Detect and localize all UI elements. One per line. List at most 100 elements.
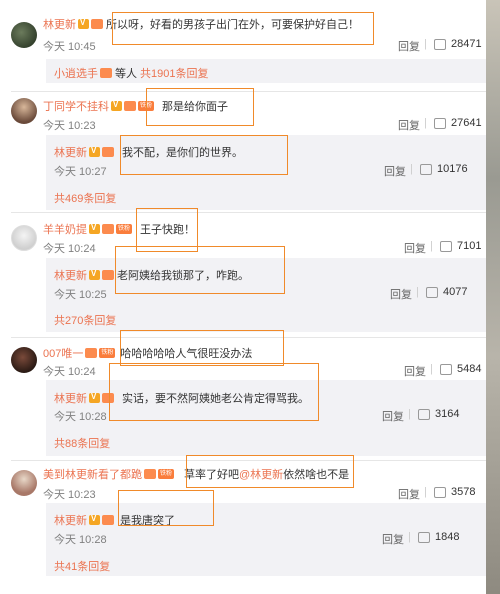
fan-badge: 铁粉 — [116, 224, 132, 234]
username[interactable]: 007唯一 — [43, 345, 83, 361]
reply-button[interactable]: 回复 — [404, 363, 426, 379]
vip-level-icon — [102, 224, 114, 234]
like-button[interactable]: 5484 — [440, 363, 481, 375]
reply-author[interactable]: 小逍选手 — [54, 65, 98, 81]
comment-text-tail: 依然啥也不是 — [283, 469, 350, 481]
like-button[interactable]: 3578 — [434, 486, 475, 498]
reply-button[interactable]: 回复 — [382, 408, 404, 424]
like-count: 3164 — [435, 408, 460, 420]
reply-author[interactable]: 林更新 — [54, 267, 87, 283]
thumbs-up-icon — [418, 408, 430, 420]
avatar[interactable] — [11, 347, 37, 373]
like-button[interactable]: 1848 — [418, 531, 459, 543]
username[interactable]: 羊羊奶提 — [43, 221, 87, 237]
reply-button[interactable]: 回复 — [398, 38, 420, 54]
like-button[interactable]: 27641 — [434, 117, 482, 129]
comment-time: 今天 10:24 — [43, 366, 96, 378]
comment-time: 今天 10:45 — [43, 41, 96, 53]
vip-level-icon — [102, 393, 114, 403]
like-button[interactable]: 3164 — [418, 408, 459, 420]
reply-time: 今天 10:28 — [54, 534, 107, 546]
reply-time: 今天 10:27 — [54, 166, 107, 178]
reply-button[interactable]: 回复 — [384, 163, 406, 179]
verified-v-icon — [89, 146, 100, 157]
thumbs-up-icon — [418, 531, 430, 543]
reply-text: 是我唐突了 — [120, 515, 175, 527]
thumbs-up-icon — [434, 486, 446, 498]
separator: | — [430, 363, 433, 375]
vip-level-icon — [102, 270, 114, 280]
reply-box: 林更新 老阿姨给我锁那了，咋跑。 今天 10:25 回复 | 4077 共270… — [46, 258, 486, 332]
reply-button[interactable]: 回复 — [390, 286, 412, 302]
divider — [11, 212, 486, 213]
fan-badge: 铁粉 — [138, 101, 154, 111]
thumbs-up-icon — [434, 117, 446, 129]
reply-box: 林更新 是我唐突了 今天 10:28 回复 | 1848 共41条回复 — [46, 503, 486, 576]
reply-box: 林更新 我不配，是你们的世界。 今天 10:27 回复 | 10176 共469… — [46, 135, 486, 210]
avatar[interactable] — [11, 225, 37, 251]
separator: | — [424, 117, 427, 129]
comment-line: 丁同学不挂科 铁粉 那是给你面子 — [43, 98, 228, 114]
reply-button[interactable]: 回复 — [398, 117, 420, 133]
vip-level-icon — [100, 68, 112, 78]
reply-author[interactable]: 林更新 — [54, 390, 87, 406]
thumbs-up-icon — [434, 38, 446, 50]
verified-v-icon — [89, 223, 100, 234]
reply-time: 今天 10:28 — [54, 411, 107, 423]
like-button[interactable]: 7101 — [440, 240, 481, 252]
reply-button[interactable]: 回复 — [398, 486, 420, 502]
comment-text: 王子快跑！ — [140, 224, 195, 236]
like-count: 10176 — [437, 163, 468, 175]
reply-time: 今天 10:25 — [54, 289, 107, 301]
separator: | — [430, 240, 433, 252]
reply-count-link[interactable]: 共1901条回复 — [140, 65, 208, 81]
comment-time: 今天 10:23 — [43, 120, 96, 132]
separator: | — [408, 408, 411, 420]
reply-button[interactable]: 回复 — [404, 240, 426, 256]
separator: | — [408, 531, 411, 543]
like-count: 28471 — [451, 38, 482, 50]
more-replies-link[interactable]: 共469条回复 — [54, 190, 116, 206]
comment-line: 羊羊奶提 铁粉 王子快跑！ — [43, 221, 195, 237]
mention-link[interactable]: @林更新 — [239, 466, 283, 482]
verified-v-icon — [111, 100, 122, 111]
verified-v-icon — [89, 514, 100, 525]
username[interactable]: 丁同学不挂科 — [43, 98, 109, 114]
like-count: 3578 — [451, 486, 476, 498]
comment-text: 那是给你面子 — [162, 101, 228, 113]
thumbs-up-icon — [426, 286, 438, 298]
reply-button[interactable]: 回复 — [382, 531, 404, 547]
more-replies-link[interactable]: 共41条回复 — [54, 558, 110, 574]
avatar[interactable] — [11, 22, 37, 48]
like-count: 7101 — [457, 240, 482, 252]
username[interactable]: 美到林更新看了都跪 — [43, 466, 142, 482]
vip-level-icon — [91, 19, 103, 29]
separator: | — [410, 163, 413, 175]
vip-level-icon — [102, 147, 114, 157]
thumbs-up-icon — [440, 363, 452, 375]
comment-text: 草率了好吧 — [184, 469, 239, 481]
reply-text: 实话，要不然阿姨她老公肯定得骂我。 — [122, 393, 309, 405]
like-count: 5484 — [457, 363, 482, 375]
divider — [11, 337, 486, 338]
separator: | — [424, 38, 427, 50]
avatar[interactable] — [11, 470, 37, 496]
comment-line: 美到林更新看了都跪 铁粉 草率了好吧 @林更新 依然啥也不是 — [43, 466, 349, 482]
comment-text: 所以呀，好看的男孩子出门在外，可要保护好自己！ — [106, 19, 359, 31]
reply-text: 我不配，是你们的世界。 — [122, 147, 243, 159]
like-button[interactable]: 4077 — [426, 286, 467, 298]
avatar[interactable] — [11, 98, 37, 124]
vip-level-icon — [102, 515, 114, 525]
vip-level-icon — [85, 348, 98, 358]
more-replies-link[interactable]: 共270条回复 — [54, 312, 116, 328]
reply-author[interactable]: 林更新 — [54, 144, 87, 160]
like-button[interactable]: 10176 — [420, 163, 468, 175]
reply-author[interactable]: 林更新 — [54, 512, 87, 528]
like-button[interactable]: 28471 — [434, 38, 482, 50]
verified-v-icon — [78, 18, 89, 29]
username[interactable]: 林更新 — [43, 16, 76, 32]
like-count: 4077 — [443, 286, 468, 298]
verified-v-icon — [89, 269, 100, 280]
more-replies-link[interactable]: 共88条回复 — [54, 435, 110, 451]
background-strip — [486, 0, 500, 594]
